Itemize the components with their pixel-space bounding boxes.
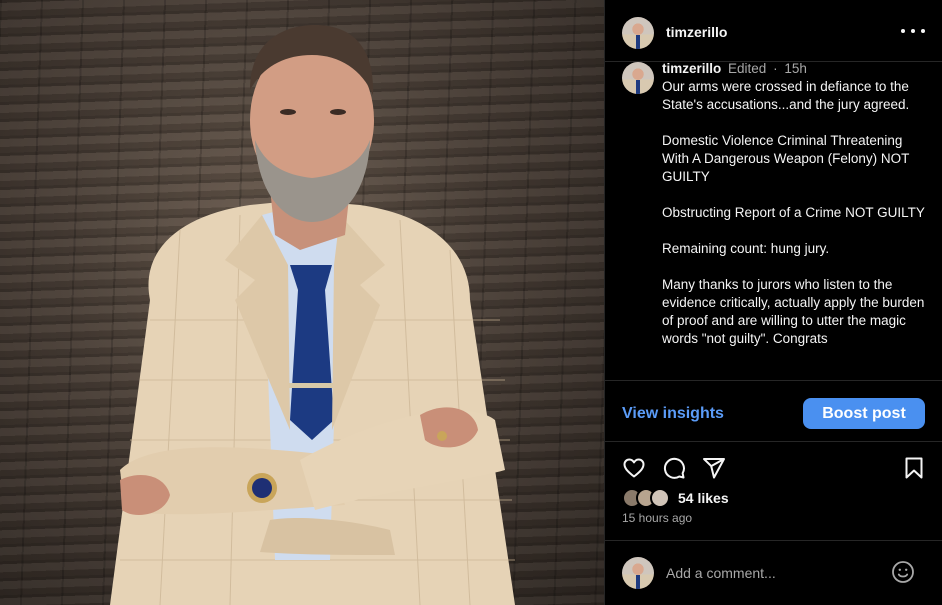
more-options-icon[interactable] bbox=[901, 24, 925, 38]
post-photo-illustration bbox=[110, 25, 515, 605]
emoji-icon[interactable] bbox=[891, 560, 915, 584]
meta-separator: · bbox=[773, 62, 778, 76]
caption-paragraph: Remaining count: hung jury. bbox=[662, 241, 830, 256]
insights-row: View insights Boost post bbox=[605, 380, 942, 442]
action-bar bbox=[605, 450, 942, 486]
author-avatar[interactable] bbox=[622, 17, 654, 49]
comment-icon[interactable] bbox=[662, 456, 686, 480]
boost-post-button[interactable]: Boost post bbox=[803, 398, 925, 429]
author-username[interactable]: timzerillo bbox=[666, 24, 727, 40]
caption-text: Our arms were crossed in defiance to the… bbox=[662, 78, 930, 366]
post-time-short[interactable]: 15h bbox=[784, 62, 807, 76]
edited-label: Edited bbox=[728, 62, 767, 76]
post-time-ago[interactable]: 15 hours ago bbox=[622, 511, 692, 525]
caption-author-avatar[interactable] bbox=[622, 62, 654, 94]
likes-row[interactable]: 54 likes bbox=[622, 487, 729, 509]
caption-username[interactable]: timzerillo bbox=[662, 62, 721, 76]
caption-header: timzerillo Edited · 15h bbox=[662, 62, 807, 76]
heart-icon[interactable] bbox=[622, 456, 646, 480]
likes-count[interactable]: 54 likes bbox=[678, 490, 729, 506]
caption-paragraph: Our arms were crossed in defiance to the… bbox=[662, 79, 910, 112]
caption-paragraph: Obstructing Report of a Crime NOT GUILTY bbox=[662, 205, 925, 220]
caption-paragraph: Many thanks to jurors who listen to the … bbox=[662, 277, 925, 346]
bookmark-icon[interactable] bbox=[902, 456, 926, 480]
comment-box bbox=[605, 540, 942, 605]
post-sidebar: timzerillo timzerillo Edited · 15h Our a… bbox=[604, 0, 942, 605]
caption-paragraph: Domestic Violence Criminal Threatening W… bbox=[662, 133, 910, 184]
send-icon[interactable] bbox=[702, 456, 726, 480]
caption-area: timzerillo Edited · 15h Our arms were cr… bbox=[605, 62, 942, 380]
post-photo[interactable] bbox=[0, 0, 604, 605]
comment-input[interactable] bbox=[666, 563, 886, 583]
current-user-avatar bbox=[622, 557, 654, 589]
view-insights-link[interactable]: View insights bbox=[622, 405, 724, 423]
post-header: timzerillo bbox=[605, 0, 942, 62]
liker-avatars bbox=[622, 488, 674, 508]
liker-avatar bbox=[650, 488, 670, 508]
